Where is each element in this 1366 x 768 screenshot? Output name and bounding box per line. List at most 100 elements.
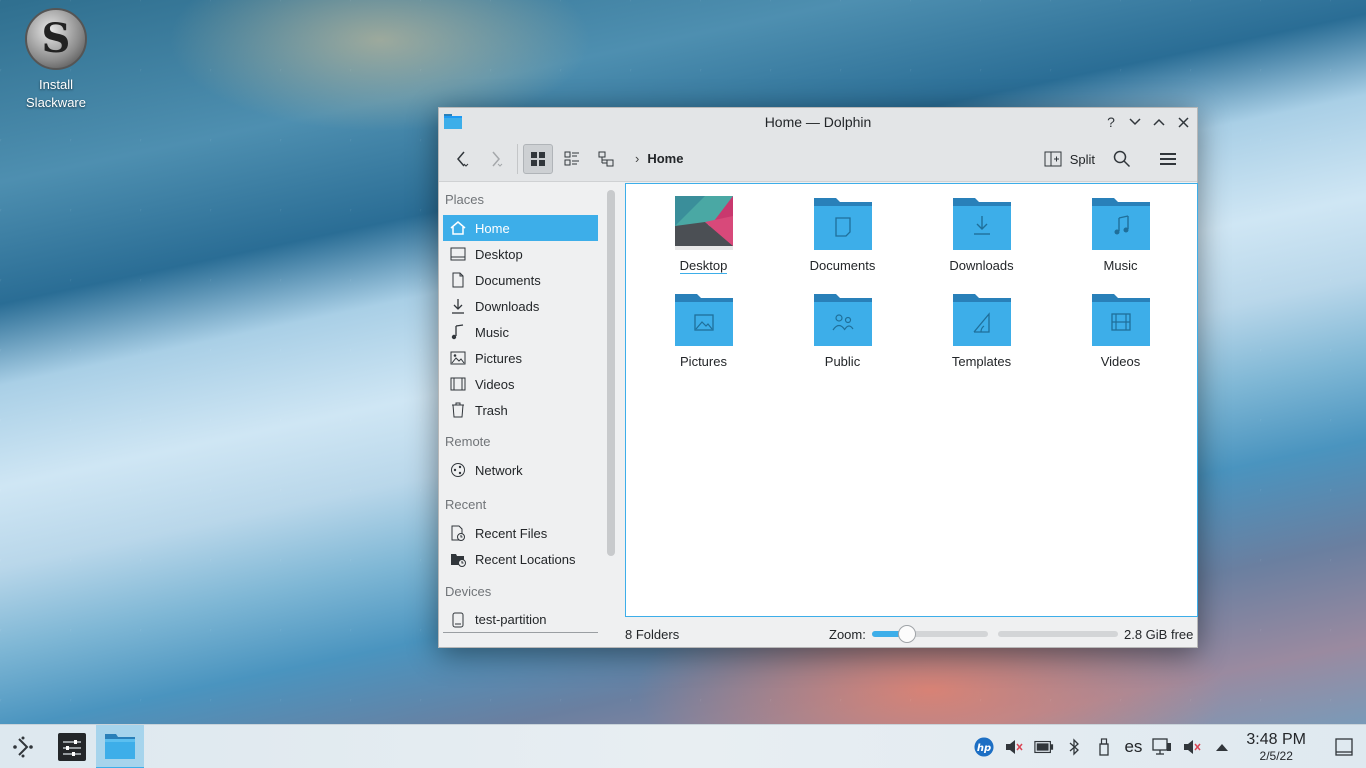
hamburger-menu-icon [1160,153,1176,165]
sidebar-item-label: Pictures [475,350,522,366]
videos-icon [449,375,467,393]
file-item-pictures[interactable]: Pictures [634,292,773,388]
search-button[interactable] [1107,144,1137,174]
window-title: Home — Dolphin [764,114,872,130]
sidebar-item-label: Desktop [475,246,523,262]
split-button[interactable]: Split [1044,151,1095,167]
zoom-slider[interactable] [871,625,988,643]
menu-button[interactable] [1153,144,1183,174]
tray-expand-arrow-icon[interactable] [1212,737,1232,757]
sidebar-item-videos[interactable]: Videos [443,371,598,397]
remote-section-title: Remote [445,434,491,449]
compact-view-icon [564,151,579,165]
download-icon [449,297,467,315]
help-button[interactable]: ? [1101,111,1121,133]
clock-time: 3:48 PM [1246,731,1306,748]
minimize-button[interactable] [1125,111,1145,133]
sidebar-item-documents[interactable]: Documents [443,267,598,293]
system-settings-icon [58,732,86,761]
slackware-logo-icon: S [25,8,87,70]
network-icon [449,461,467,479]
compact-view-button[interactable] [557,144,587,174]
sidebar-item-desktop[interactable]: Desktop [443,241,598,267]
system-settings-task[interactable] [48,725,96,768]
file-item-videos[interactable]: Videos [1051,292,1190,388]
arrow-right-icon [492,151,503,167]
sidebar-item-home[interactable]: Home [443,215,598,241]
titlebar[interactable]: Home — Dolphin ? [439,108,1197,136]
sidebar-item-music[interactable]: Music [443,319,598,345]
split-view-icon [1044,151,1062,167]
folder-count: 8 Folders [625,626,680,642]
documents-icon [449,271,467,289]
home-icon [449,219,467,237]
documents-folder-icon [813,198,872,250]
status-bar: 8 Folders Zoom: 2.8 GiB free [625,620,1198,648]
breadcrumb-home[interactable]: Home [647,151,683,166]
file-item-documents[interactable]: Documents [773,196,912,292]
bluetooth-icon[interactable] [1064,737,1084,757]
sidebar-item-network[interactable]: Network [443,457,598,483]
sidebar-item-label: Home [475,220,510,236]
file-name: Downloads [949,258,1014,273]
close-button[interactable] [1173,111,1193,133]
dolphin-task[interactable] [96,724,144,768]
file-item-public[interactable]: Public [773,292,912,388]
icons-view-button[interactable] [523,143,553,174]
file-item-desktop[interactable]: Desktop [634,196,773,292]
sidebar-item-label: Trash [475,402,508,418]
network-wired-icon[interactable] [1152,737,1172,757]
tree-view-icon [598,151,614,166]
details-view-button[interactable] [591,144,621,174]
file-name: Pictures [680,354,727,369]
recent-locations-icon [449,550,467,568]
file-view[interactable]: Desktop Documents Downloads Music Pictur… [625,183,1198,617]
desktop-icon [449,245,467,263]
file-item-templates[interactable]: Templates [912,292,1051,388]
file-item-downloads[interactable]: Downloads [912,196,1051,292]
sidebar-item-downloads[interactable]: Downloads [443,293,598,319]
zoom-slider-handle[interactable] [898,625,917,643]
music-icon [449,323,467,341]
free-space-bar [998,631,1118,637]
music-folder-icon [1091,198,1150,250]
zoom-label: Zoom: [829,626,866,642]
maximize-button[interactable] [1149,111,1169,133]
battery-icon[interactable] [1034,737,1054,757]
search-icon [1113,150,1131,168]
sidebar-item-pictures[interactable]: Pictures [443,345,598,371]
back-button[interactable] [447,144,477,174]
file-item-music[interactable]: Music [1051,196,1190,292]
application-launcher-button[interactable] [0,725,48,768]
downloads-folder-icon [952,198,1011,250]
public-folder-icon [813,294,872,346]
forward-button[interactable] [481,144,511,174]
free-space-indicator: 2.8 GiB free [998,627,1193,642]
sidebar-item-label: Downloads [475,298,540,314]
file-name: Public [824,354,861,369]
sidebar-item-recent-files[interactable]: Recent Files [443,520,598,546]
toolbar-separator [517,143,518,174]
sidebar-item-test-partition[interactable]: test-partition [443,607,598,633]
install-slackware-desktop-icon[interactable]: S Install Slackware [14,8,98,112]
sidebar-item-label: Music [475,324,509,340]
keyboard-layout[interactable]: es [1124,737,1142,757]
sidebar-item-label: Videos [475,376,515,392]
videos-folder-icon [1091,294,1150,346]
dolphin-app-icon[interactable] [444,114,462,129]
svg-text:hp: hp [977,743,991,754]
sidebar-item-label: Network [475,462,523,478]
usb-device-icon[interactable] [1094,737,1114,757]
sidebar-item-trash[interactable]: Trash [443,397,598,423]
recent-section-title: Recent [445,497,487,512]
hp-icon[interactable]: hp [974,737,994,757]
file-name: Templates [951,354,1012,369]
places-scrollbar[interactable] [607,190,615,556]
microphone-muted-icon[interactable] [1004,737,1024,757]
sidebar-item-recent-locations[interactable]: Recent Locations [443,546,598,572]
digital-clock[interactable]: 3:48 PM 2/5/22 [1246,731,1306,763]
devices-section-title: Devices [445,584,492,599]
breadcrumb[interactable]: › Home [635,151,683,166]
show-desktop-icon[interactable] [1334,737,1354,757]
volume-muted-icon[interactable] [1182,737,1202,757]
